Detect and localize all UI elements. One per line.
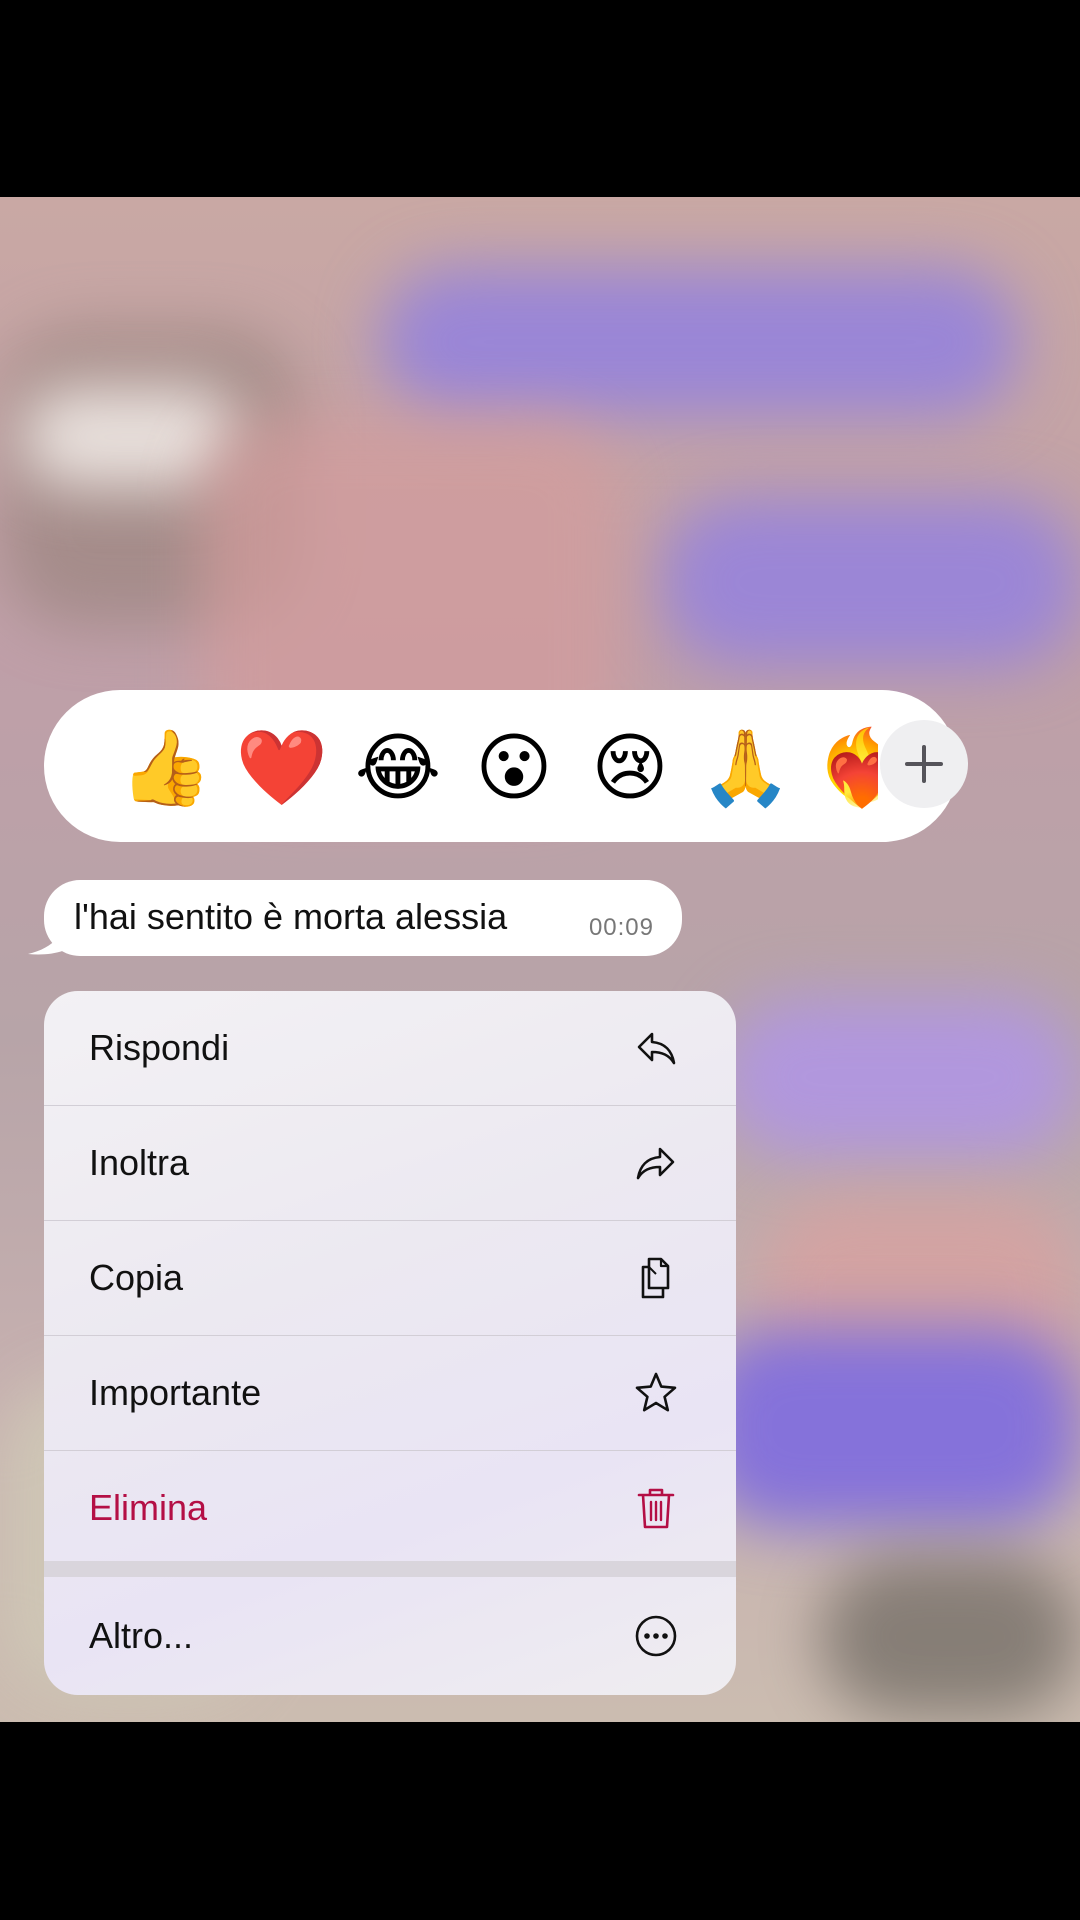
menu-item-important[interactable]: Importante	[44, 1336, 736, 1450]
heart-reaction[interactable]: ❤️	[234, 720, 330, 816]
menu-item-forward[interactable]: Inoltra	[44, 1106, 736, 1220]
menu-item-label: Importante	[89, 1372, 262, 1413]
message-context-menu: Rispondi Inoltra Copia Importante Elimin…	[44, 991, 736, 1695]
top-black-bar	[0, 0, 1080, 197]
bottom-black-bar	[0, 1722, 1080, 1920]
message-time: 00:09	[588, 914, 654, 941]
trash-icon	[637, 1488, 675, 1529]
reaction-bar: 👍 ❤️ 😂 😮 😢 🙏 ❤️‍🔥	[44, 690, 968, 842]
forward-icon	[636, 1147, 675, 1180]
menu-group-separator	[44, 1561, 736, 1577]
surprised-reaction[interactable]: 😮	[466, 720, 562, 816]
heart-on-fire-reaction[interactable]: ❤️‍🔥	[814, 720, 878, 816]
menu-item-copy[interactable]: Copia	[44, 1221, 736, 1335]
thumbs-up-reaction[interactable]: 👍	[118, 720, 214, 816]
menu-item-delete[interactable]: Elimina	[44, 1451, 736, 1565]
more-reactions-button[interactable]	[880, 720, 968, 808]
copy-icon	[641, 1257, 670, 1299]
message-text: l'hai sentito è morta alessia	[74, 896, 508, 937]
laughing-reaction[interactable]: 😂	[350, 720, 446, 816]
menu-item-label: Elimina	[89, 1487, 208, 1528]
menu-item-label: Copia	[89, 1257, 184, 1298]
menu-item-more[interactable]: Altro...	[44, 1577, 736, 1695]
ellipsis-circle-icon	[635, 1615, 677, 1657]
plus-icon	[905, 745, 943, 783]
message-bubble[interactable]: l'hai sentito è morta alessia 00:09	[44, 880, 682, 956]
praying-hands-reaction[interactable]: 🙏	[698, 720, 794, 816]
crying-reaction[interactable]: 😢	[582, 720, 678, 816]
reply-icon	[637, 1032, 676, 1065]
menu-item-label: Inoltra	[89, 1142, 190, 1183]
menu-item-label: Rispondi	[89, 1027, 230, 1068]
heart-on-fire-reaction-clip: ❤️‍🔥	[814, 720, 878, 816]
menu-item-label: Altro...	[89, 1615, 194, 1656]
menu-item-reply[interactable]: Rispondi	[44, 991, 736, 1105]
star-icon	[635, 1372, 677, 1412]
